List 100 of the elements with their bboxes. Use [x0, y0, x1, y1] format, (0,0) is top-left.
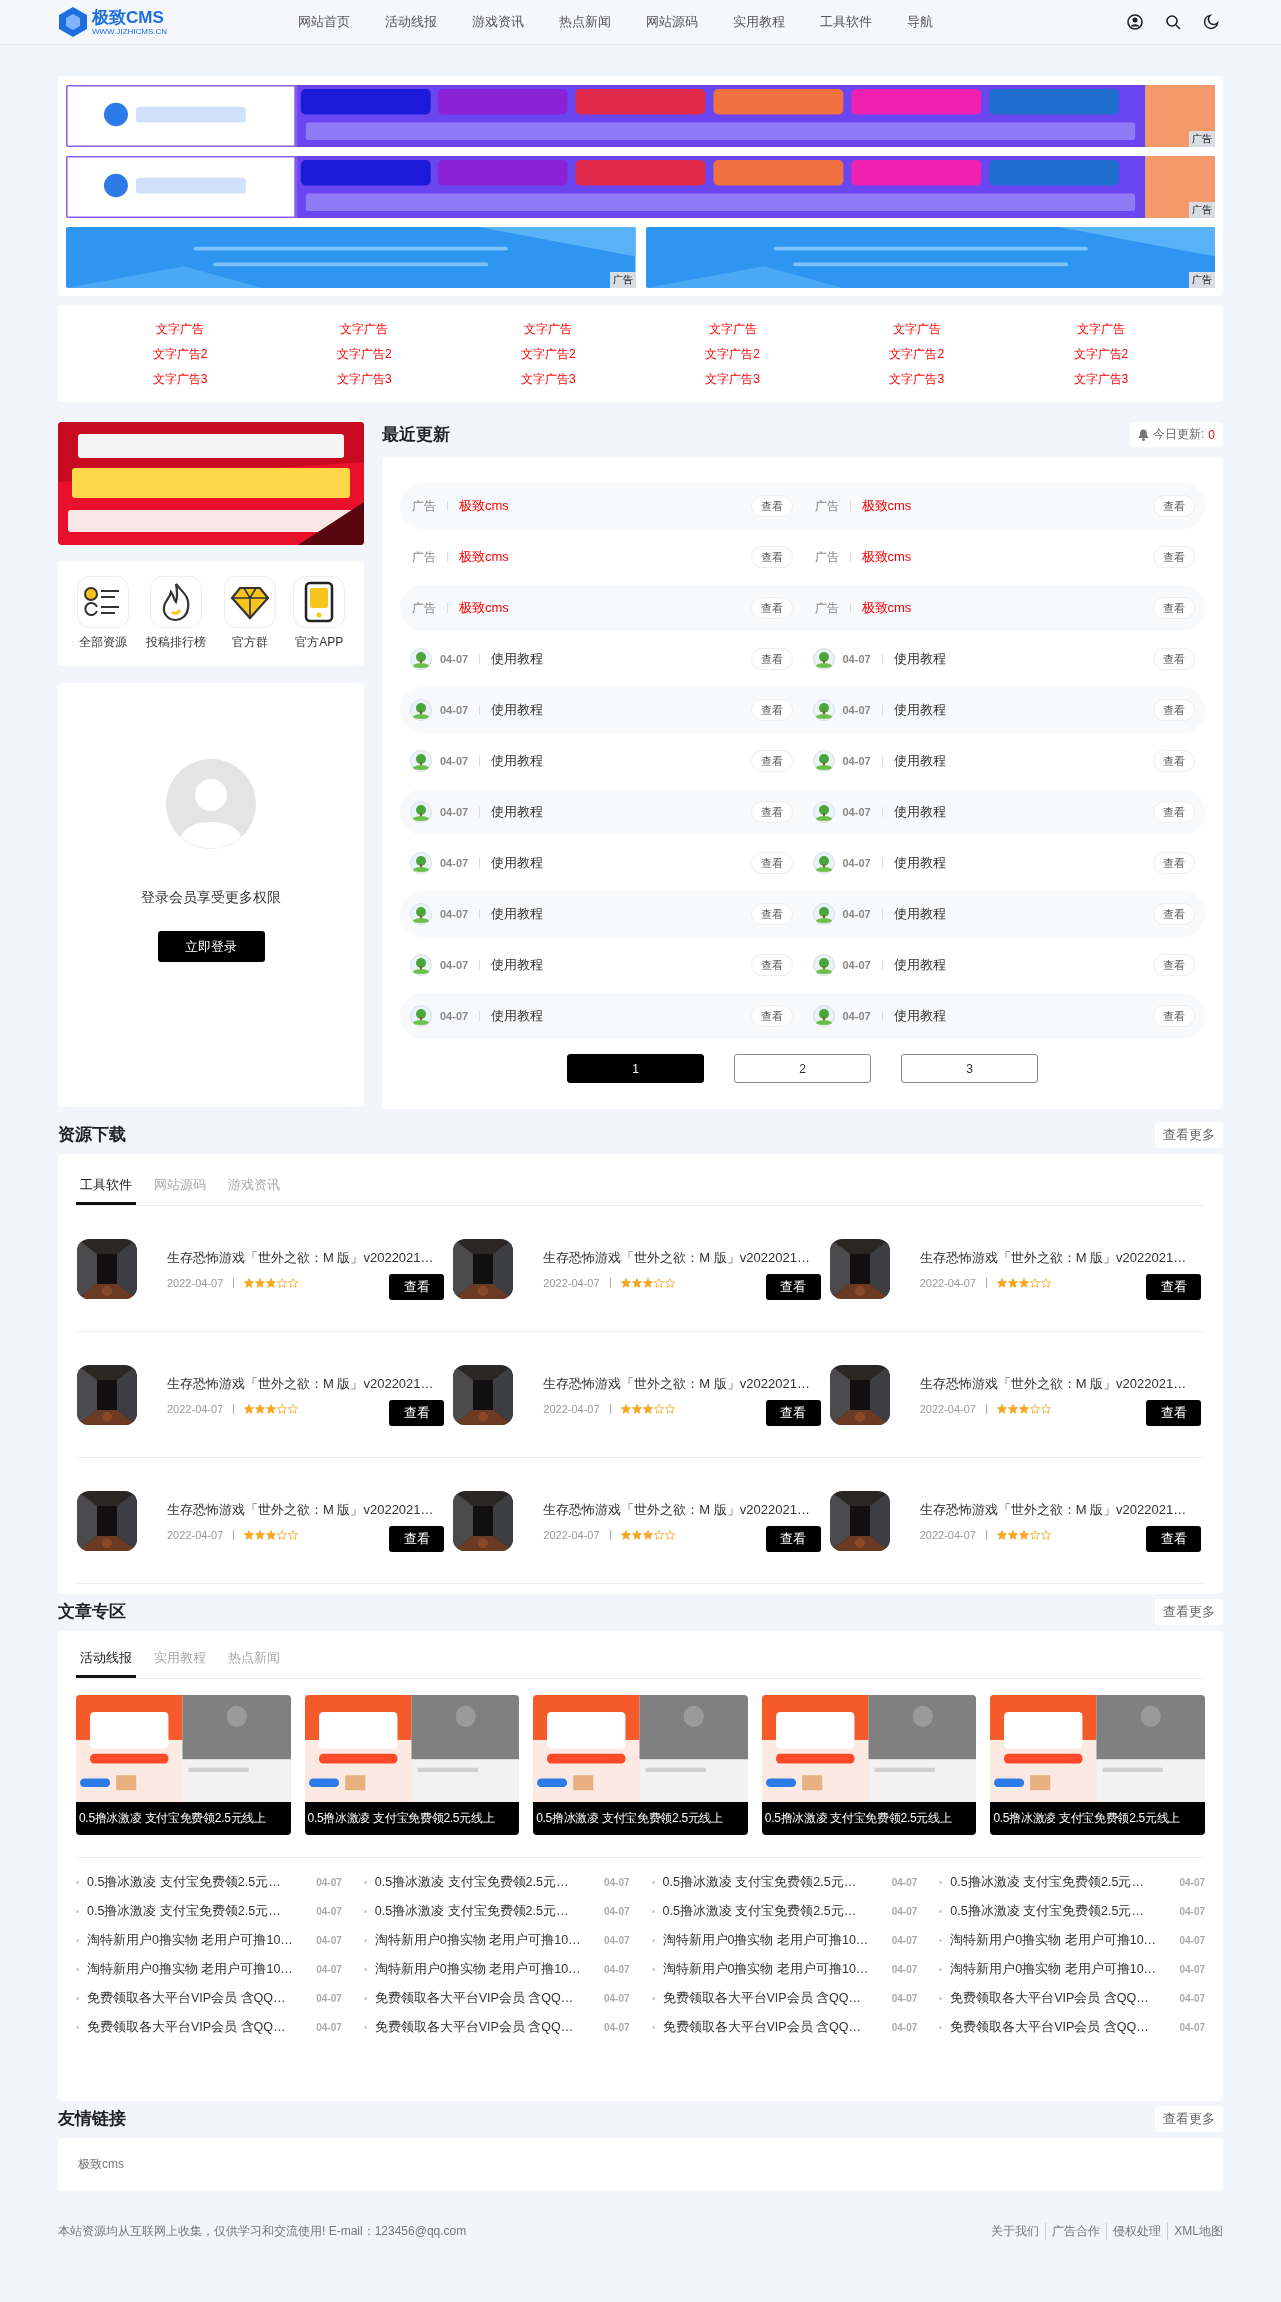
nav-link[interactable]: 网站源码	[646, 13, 698, 31]
footer-link[interactable]: 广告合作	[1046, 2223, 1108, 2240]
view-button[interactable]: 查看	[1153, 495, 1195, 517]
post-link[interactable]: 使用教程	[491, 650, 743, 668]
article-link[interactable]: 免费领取各大平台VIP会员 含QQ…	[374, 1990, 596, 2007]
post-link[interactable]: 使用教程	[893, 905, 1145, 923]
text-ad-link[interactable]: 文字广告2	[1073, 346, 1129, 363]
article-link[interactable]: 0.5撸冰激凌 支付宝免费领2.5元…	[950, 1874, 1172, 1891]
article-link[interactable]: 淘特新用户0撸实物 老用户可撸10…	[662, 1932, 884, 1949]
article-link[interactable]: 0.5撸冰激凌 支付宝免费领2.5元…	[87, 1874, 309, 1891]
post-link[interactable]: 使用教程	[893, 803, 1145, 821]
article-link[interactable]: 淘特新用户0撸实物 老用户可撸10…	[374, 1961, 596, 1978]
post-link[interactable]: 使用教程	[491, 1007, 743, 1025]
nav-link[interactable]: 工具软件	[820, 13, 872, 31]
post-link[interactable]: 使用教程	[893, 854, 1145, 872]
text-ad-link[interactable]: 文字广告3	[1073, 371, 1129, 388]
text-ad-link[interactable]: 文字广告3	[152, 371, 208, 388]
footer-link[interactable]: 侵权处理	[1107, 2223, 1169, 2240]
text-ad-link[interactable]: 文字广告3	[336, 371, 392, 388]
article-link[interactable]: 免费领取各大平台VIP会员 含QQ…	[950, 2019, 1172, 2036]
view-button[interactable]: 查看	[1153, 852, 1195, 874]
friend-link[interactable]: 极致cms	[78, 2156, 124, 2173]
article-link[interactable]: 淘特新用户0撸实物 老用户可撸10…	[87, 1961, 309, 1978]
view-button[interactable]: 查看	[750, 954, 793, 976]
shortcut-link[interactable]: 投稿排行榜	[146, 576, 207, 651]
nav-link[interactable]: 导航	[907, 13, 933, 31]
view-button[interactable]: 查看	[1146, 1526, 1201, 1552]
article-caption[interactable]: 0.5撸冰激凌 支付宝免费领2.5元线上	[76, 1802, 291, 1835]
text-ad-link[interactable]: 文字广告2	[336, 346, 392, 363]
view-button[interactable]: 查看	[765, 1526, 821, 1552]
tab[interactable]: 工具软件	[76, 1166, 136, 1205]
view-button[interactable]: 查看	[765, 1400, 821, 1426]
article-link[interactable]: 免费领取各大平台VIP会员 含QQ…	[87, 2019, 309, 2036]
post-link[interactable]: 使用教程	[893, 956, 1145, 974]
article-link[interactable]: 淘特新用户0撸实物 老用户可撸10…	[662, 1961, 884, 1978]
download-title-link[interactable]: 生存恐怖游戏「世外之欲：M 版」v2022021…	[543, 1374, 810, 1393]
post-link[interactable]: 使用教程	[893, 701, 1145, 719]
post-link[interactable]: 使用教程	[893, 650, 1145, 668]
view-button[interactable]: 查看	[750, 801, 793, 823]
ad-link[interactable]: 极致cms	[459, 548, 743, 566]
footer-link[interactable]: 关于我们	[985, 2223, 1047, 2240]
article-link[interactable]: 0.5撸冰激凌 支付宝免费领2.5元…	[87, 1903, 309, 1920]
text-ad-link[interactable]: 文字广告3	[705, 371, 760, 388]
page-button[interactable]: 3	[901, 1054, 1038, 1083]
view-button[interactable]: 查看	[389, 1400, 445, 1426]
download-title-link[interactable]: 生存恐怖游戏「世外之欲：M 版」v2022021…	[919, 1374, 1187, 1393]
article-link[interactable]: 免费领取各大平台VIP会员 含QQ…	[87, 1990, 309, 2007]
post-link[interactable]: 使用教程	[893, 752, 1145, 770]
article-link[interactable]: 淘特新用户0撸实物 老用户可撸10…	[950, 1961, 1172, 1978]
post-link[interactable]: 使用教程	[491, 956, 743, 974]
article-link[interactable]: 免费领取各大平台VIP会员 含QQ…	[662, 1990, 884, 2007]
view-button[interactable]: 查看	[1153, 903, 1195, 925]
view-button[interactable]: 查看	[1153, 597, 1195, 619]
view-button[interactable]: 查看	[750, 852, 793, 874]
nav-link[interactable]: 游戏资讯	[472, 13, 524, 31]
post-link[interactable]: 使用教程	[491, 701, 743, 719]
post-link[interactable]: 使用教程	[491, 803, 743, 821]
text-ad-link[interactable]: 文字广告2	[152, 346, 208, 363]
ad-link[interactable]: 极致cms	[861, 497, 1145, 515]
shortcut-link[interactable]: 官方APP	[293, 576, 346, 651]
view-button[interactable]: 查看	[1153, 801, 1195, 823]
login-button[interactable]: 立即登录	[157, 931, 265, 962]
more-button[interactable]: 查看更多	[1155, 1598, 1223, 1625]
view-button[interactable]: 查看	[750, 699, 793, 721]
site-logo-name[interactable]: 极致CMS	[92, 8, 168, 26]
search-icon[interactable]	[1165, 14, 1181, 30]
article-caption[interactable]: 0.5撸冰激凌 支付宝免费领2.5元线上	[761, 1802, 977, 1835]
nav-link[interactable]: 热点新闻	[559, 13, 611, 31]
text-ad-link[interactable]: 文字广告2	[521, 346, 576, 363]
footer-link[interactable]: XML地图	[1168, 2223, 1223, 2240]
download-title-link[interactable]: 生存恐怖游戏「世外之欲：M 版」v2022021…	[543, 1248, 810, 1267]
post-link[interactable]: 使用教程	[491, 905, 743, 923]
text-ad-link[interactable]: 文字广告2	[889, 346, 945, 363]
article-link[interactable]: 0.5撸冰激凌 支付宝免费领2.5元…	[374, 1903, 596, 1920]
page-button[interactable]: 1	[567, 1054, 704, 1083]
view-button[interactable]: 查看	[1153, 750, 1195, 772]
view-button[interactable]: 查看	[750, 546, 793, 568]
text-ad-link[interactable]: 文字广告3	[889, 371, 945, 388]
view-button[interactable]: 查看	[750, 1005, 793, 1027]
moon-icon[interactable]	[1203, 14, 1219, 30]
shortcut-link[interactable]: 官方群	[223, 576, 276, 651]
article-link[interactable]: 淘特新用户0撸实物 老用户可撸10…	[950, 1932, 1172, 1949]
more-button[interactable]: 查看更多	[1155, 1121, 1223, 1148]
post-link[interactable]: 使用教程	[893, 1007, 1145, 1025]
view-button[interactable]: 查看	[1153, 699, 1195, 721]
ad-link[interactable]: 极致cms	[861, 548, 1145, 566]
article-link[interactable]: 0.5撸冰激凌 支付宝免费领2.5元…	[950, 1903, 1172, 1920]
view-button[interactable]: 查看	[750, 750, 793, 772]
view-button[interactable]: 查看	[1146, 1400, 1201, 1426]
more-button[interactable]: 查看更多	[1155, 2105, 1223, 2132]
nav-link[interactable]: 活动线报	[385, 13, 437, 31]
view-button[interactable]: 查看	[765, 1274, 821, 1300]
post-link[interactable]: 使用教程	[491, 752, 743, 770]
text-ad-link[interactable]: 文字广告	[708, 321, 757, 338]
text-ad-link[interactable]: 文字广告	[156, 321, 205, 338]
download-title-link[interactable]: 生存恐怖游戏「世外之欲：M 版」v2022021…	[919, 1248, 1187, 1267]
download-title-link[interactable]: 生存恐怖游戏「世外之欲：M 版」v2022021…	[167, 1500, 434, 1519]
article-link[interactable]: 淘特新用户0撸实物 老用户可撸10…	[374, 1932, 596, 1949]
download-title-link[interactable]: 生存恐怖游戏「世外之欲：M 版」v2022021…	[167, 1248, 434, 1267]
article-link[interactable]: 0.5撸冰激凌 支付宝免费领2.5元…	[662, 1874, 884, 1891]
